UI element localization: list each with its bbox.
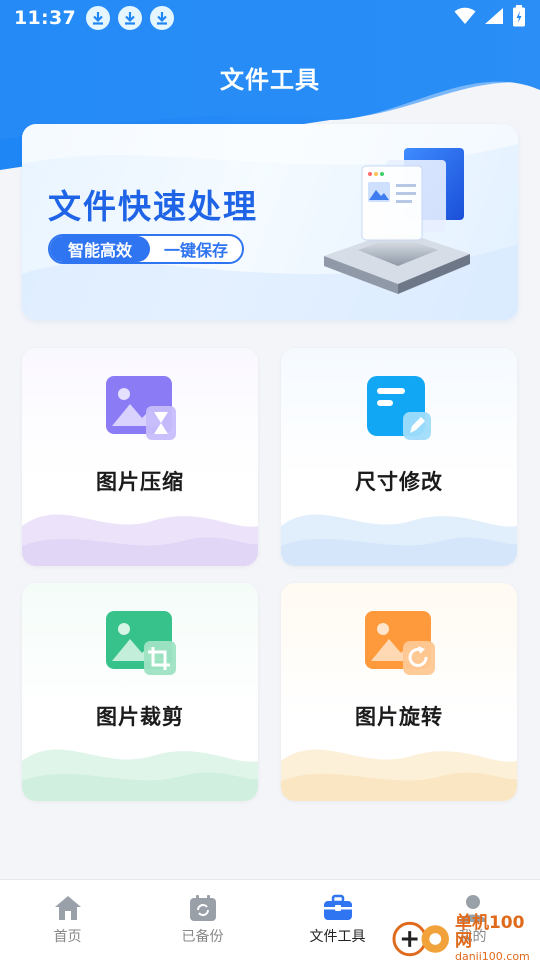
nav-label: 已备份 (181, 929, 224, 945)
nav-item-home[interactable]: 首页 (0, 880, 135, 960)
download-icon (117, 6, 142, 30)
banner-tag-left: 智能高效 (50, 236, 150, 262)
status-bar: 11:37 (0, 0, 540, 36)
watermark: 单机100网 danji100.com (392, 914, 540, 960)
nav-item-file-tools[interactable]: 文件工具 (270, 880, 405, 960)
tool-label: 图片裁剪 (96, 705, 184, 729)
image-crop-icon (106, 611, 176, 675)
watermark-logo-icon (392, 921, 450, 956)
signal-icon (484, 7, 504, 29)
tool-label: 图片旋转 (355, 705, 443, 729)
wifi-icon (454, 7, 476, 29)
watermark-text: 单机100网 (454, 913, 525, 951)
nav-item-backup[interactable]: 已备份 (135, 880, 270, 960)
page-title: 文件工具 (220, 66, 320, 94)
status-time: 11:37 (14, 7, 76, 29)
toolbox-icon (323, 894, 352, 920)
nav-label: 文件工具 (309, 929, 366, 945)
battery-icon (512, 5, 526, 31)
banner-tag: 智能高效 一键保存 (48, 234, 244, 264)
tool-card-image-crop[interactable]: 图片裁剪 (22, 583, 258, 801)
backup-icon (189, 895, 216, 921)
home-icon (54, 896, 81, 920)
card-wave-decoration (281, 749, 517, 801)
file-processing-illustration-icon (324, 148, 470, 294)
resize-edit-icon (367, 376, 431, 440)
tool-card-image-compress[interactable]: 图片压缩 (22, 348, 258, 566)
tool-label: 尺寸修改 (355, 470, 443, 494)
tool-label: 图片压缩 (96, 470, 184, 494)
download-icon (149, 6, 174, 30)
tool-card-image-rotate[interactable]: 图片旋转 (281, 583, 517, 801)
nav-label: 首页 (53, 929, 82, 945)
watermark-url: danji100.com (454, 950, 530, 960)
card-wave-decoration (22, 514, 258, 566)
banner-tag-right: 一键保存 (163, 241, 228, 260)
download-icon (85, 6, 110, 30)
tool-card-resize[interactable]: 尺寸修改 (281, 348, 517, 566)
banner-title: 文件快速处理 (48, 187, 258, 226)
image-rotate-icon (365, 611, 435, 675)
image-compress-icon (106, 376, 176, 440)
promo-banner[interactable]: 文件快速处理 智能高效 一键保存 (22, 124, 518, 320)
card-wave-decoration (22, 749, 258, 801)
card-wave-decoration (281, 514, 517, 566)
